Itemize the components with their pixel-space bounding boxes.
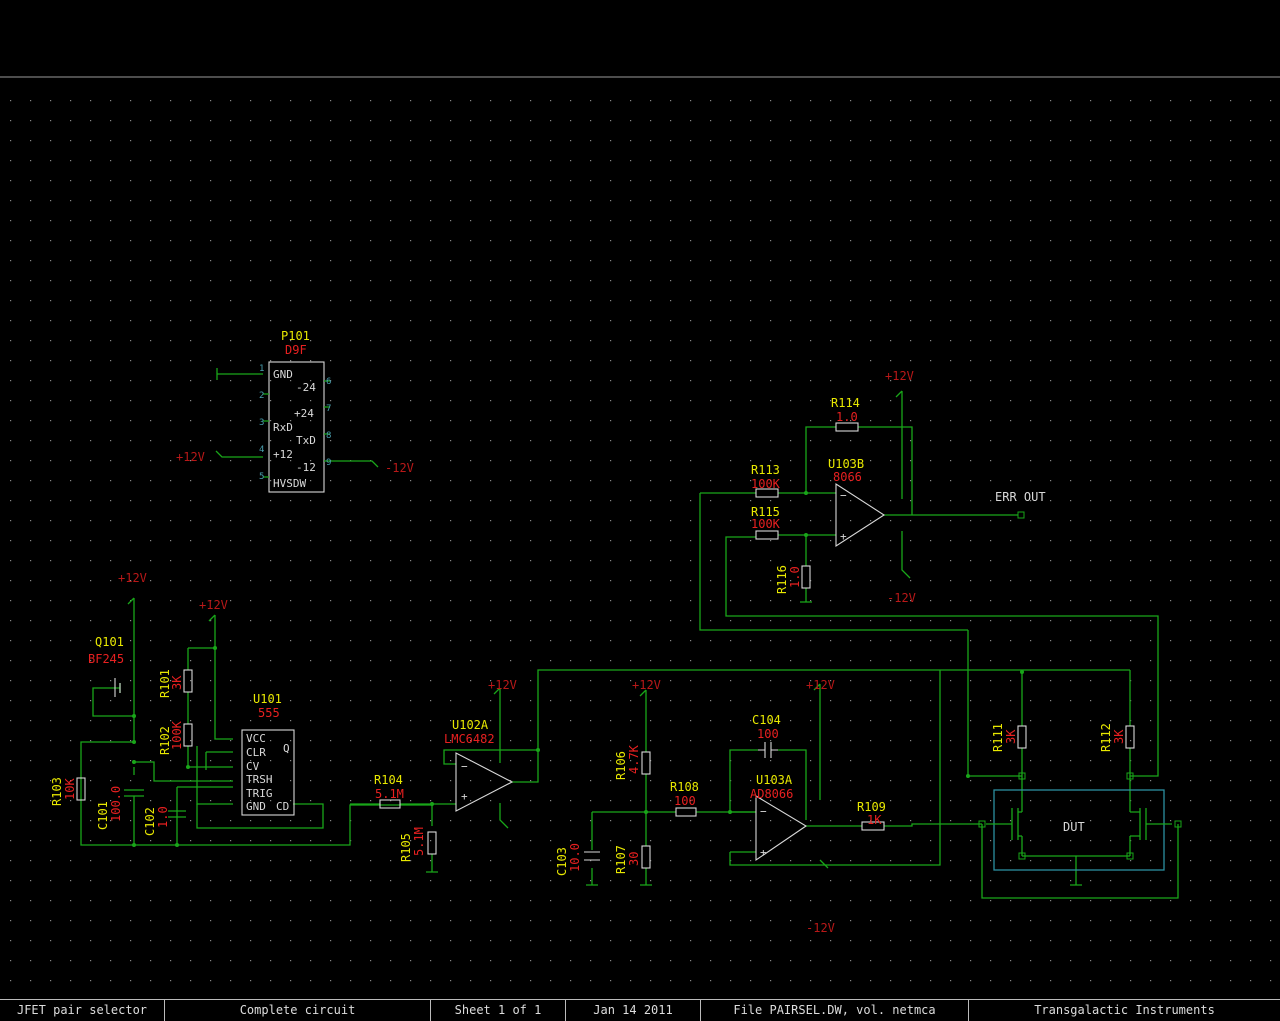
p101-ref: P101 <box>281 329 310 343</box>
c104-ref: C104 <box>752 713 781 727</box>
u103a-rail-pos: +12V <box>806 678 835 692</box>
u103b-ref: U103B <box>828 457 864 471</box>
r114-value: 1.0 <box>836 410 858 424</box>
r116-ref: R116 <box>775 565 789 594</box>
r116-value: 1.0 <box>788 566 802 588</box>
u103a-inv-sign: − <box>760 805 767 818</box>
q101-rail: +12V <box>118 571 147 585</box>
u103b-noninv-sign: + <box>840 530 847 543</box>
p101-pin-hvsdw: HVSDW <box>273 477 306 490</box>
title-sheet: Sheet 1 of 1 <box>431 1000 566 1021</box>
r103-ref: R103 <box>50 777 64 806</box>
r112-value: 3K <box>1112 729 1126 744</box>
c102-ref: C102 <box>143 807 157 836</box>
u102a-ref: U102A <box>452 718 489 732</box>
err-out-label: ERR OUT <box>995 490 1046 504</box>
r114-rail: +12V <box>885 369 914 383</box>
c101-value: 100.0 <box>109 786 123 822</box>
r107-value: 30 <box>627 852 641 866</box>
p101-pinnum-7: 7 <box>326 404 331 414</box>
p101-pin-p12: +12 <box>273 448 293 461</box>
u101-value: 555 <box>258 706 280 720</box>
u101-pin-clr: CLR <box>246 746 266 759</box>
r104-ref: R104 <box>374 773 403 787</box>
c102-value: 1.0 <box>156 806 170 828</box>
u102a-value: LMC6482 <box>444 732 495 746</box>
u101-pin-cd: CD <box>276 800 289 813</box>
c101-ref: C101 <box>96 801 110 830</box>
r113-ref: R113 <box>751 463 780 477</box>
r103-value: 10K <box>63 778 77 800</box>
u103b-value: 8066 <box>833 470 862 484</box>
u101-pin-trsh: TRSH <box>246 773 273 786</box>
r107-ref: R107 <box>614 845 628 874</box>
u101-ref: U101 <box>253 692 282 706</box>
p101-pin-p24: +24 <box>294 407 314 420</box>
u103b-rail-neg: -12V <box>887 591 916 605</box>
r108-value: 100 <box>674 794 696 808</box>
u101-pin-cv: CV <box>246 760 260 773</box>
r106-value: 4.7K <box>627 744 641 774</box>
title-page: Complete circuit <box>165 1000 431 1021</box>
p101-pinnum-8: 8 <box>326 431 331 441</box>
q101-value: BF245 <box>88 652 124 666</box>
title-date: Jan 14 2011 <box>566 1000 701 1021</box>
r115-value: 100K <box>751 517 781 531</box>
p101-pin-gnd: GND <box>273 368 293 381</box>
r111-value: 3K <box>1004 729 1018 744</box>
p101-rail-neg: -12V <box>385 461 414 475</box>
u101-pin-trig: TRIG <box>246 787 273 800</box>
schematic-canvas[interactable]: P101 D9F GND -24 +24 RxD TxD +12 -12 HVS… <box>0 0 1280 1000</box>
p101-pin-txd: TxD <box>296 434 316 447</box>
p101-pin-m24: -24 <box>296 381 316 394</box>
title-project: JFET pair selector <box>0 1000 165 1021</box>
u103a-value: AD8066 <box>750 787 793 801</box>
title-file: File PAIRSEL.DW, vol. netmca <box>701 1000 969 1021</box>
u101-pin-q: Q <box>283 742 290 755</box>
r106-ref: R106 <box>614 751 628 780</box>
r112-ref: R112 <box>1099 723 1113 752</box>
title-company: Transgalactic Instruments <box>1034 1003 1215 1017</box>
r106-rail: +12V <box>632 678 661 692</box>
p101-pinnum-6: 6 <box>326 377 331 387</box>
r105-value: 5.1M <box>412 827 426 856</box>
u101-pin-gnd: GND <box>246 800 266 813</box>
u102a-inv-sign: − <box>461 760 468 773</box>
p101-pin-rxd: RxD <box>273 421 293 434</box>
r111-ref: R111 <box>991 723 1005 752</box>
r104-value: 5.1M <box>375 787 404 801</box>
u102a-noninv-sign: + <box>461 790 468 803</box>
q101-ref: Q101 <box>95 635 124 649</box>
c104-value: 100 <box>757 727 779 741</box>
u103a-rail-neg: -12V <box>806 921 835 935</box>
r108-ref: R108 <box>670 780 699 794</box>
r109-value: 1K <box>867 813 882 827</box>
p101-rail-pos: +12V <box>176 450 205 464</box>
u103a-noninv-sign: + <box>760 846 767 859</box>
c103-ref: C103 <box>555 847 569 876</box>
p101-pinnum-9: 9 <box>326 458 331 468</box>
u102a-rail: +12V <box>488 678 517 692</box>
p101-pin-m12: -12 <box>296 461 316 474</box>
title-block: JFET pair selector Complete circuit Shee… <box>0 999 1280 1021</box>
p101-pinnum-5: 5 <box>259 472 264 482</box>
u103a-ref: U103A <box>756 773 793 787</box>
p101-value: D9F <box>285 343 307 357</box>
r105-ref: R105 <box>399 833 413 862</box>
r102-value: 100K <box>170 720 184 750</box>
r101-rail: +12V <box>199 598 228 612</box>
p101-pinnum-1: 1 <box>259 364 264 374</box>
r113-value: 100K <box>751 477 781 491</box>
u101-pin-vcc: VCC <box>246 732 266 745</box>
r109-ref: R109 <box>857 800 886 814</box>
r101-value: 3K <box>170 675 184 690</box>
dut-label: DUT <box>1063 820 1085 834</box>
u103b-inv-sign: − <box>840 489 847 502</box>
r114-ref: R114 <box>831 396 860 410</box>
p101-pinnum-4: 4 <box>259 445 264 455</box>
p101-pinnum-3: 3 <box>259 418 264 428</box>
c103-value: 10.0 <box>568 843 582 872</box>
p101-pinnum-2: 2 <box>259 391 264 401</box>
